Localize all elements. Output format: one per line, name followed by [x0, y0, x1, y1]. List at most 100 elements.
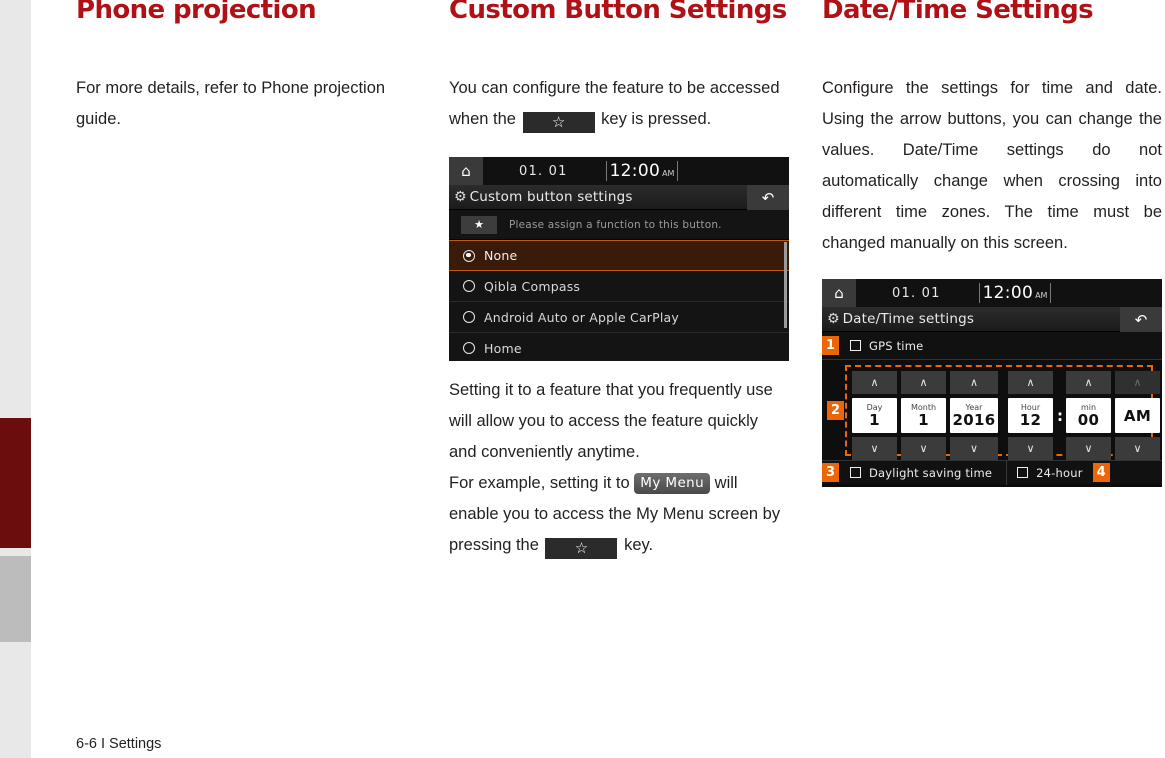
callout-badge-3: 3	[822, 463, 839, 482]
edge-tab-strip	[0, 0, 31, 758]
page-footer: 6-6 I Settings	[76, 736, 162, 752]
list-item[interactable]: Home	[449, 333, 789, 361]
picker-column-hour: ∧ Hour 12 ∨	[1008, 371, 1053, 460]
list-item[interactable]: None	[449, 240, 789, 271]
paragraph-2-after: key.	[624, 536, 654, 554]
picker-column-year: ∧ Year 2016 ∨	[950, 371, 998, 460]
picker-column-day: ∧ Day 1 ∨	[852, 371, 897, 460]
assign-function-text: Please assign a function to this button.	[509, 218, 722, 231]
chevron-down-icon[interactable]: ∨	[852, 437, 897, 460]
chevron-up-icon[interactable]: ∧	[852, 371, 897, 394]
hu-status-time: 12:00	[609, 161, 661, 181]
hu-status-meridiem: AM	[1035, 291, 1048, 300]
paragraph-2-before: For example, setting it to	[449, 474, 630, 492]
24-hour-checkbox[interactable]	[1017, 467, 1029, 478]
chevron-up-icon[interactable]: ∧	[901, 371, 946, 394]
gps-time-row[interactable]: 1 GPS time	[822, 332, 1162, 360]
minute-value-box[interactable]: min 00	[1066, 398, 1111, 433]
column-date-time-settings: Date/Time Settings Configure the setting…	[822, 0, 1162, 487]
back-arrow-icon[interactable]: ↶	[1120, 307, 1162, 332]
chevron-up-icon[interactable]: ∧	[1115, 371, 1160, 394]
page-title-phone-projection: Phone projection	[76, 0, 317, 25]
hu-status-time: 12:00	[982, 283, 1034, 303]
picker-column-minute: ∧ min 00 ∨	[1066, 371, 1111, 460]
month-value-box[interactable]: Month 1	[901, 398, 946, 433]
meridiem-value-box[interactable]: AM	[1115, 398, 1160, 433]
chevron-up-icon[interactable]: ∧	[950, 371, 998, 394]
date-time-paragraph: Configure the settings for time and date…	[822, 79, 1162, 252]
date-time-body: 1 GPS time 2 ∧ Day 1 ∨ ∧ Month 1 ∨ ∧ Yea…	[822, 332, 1162, 485]
list-item-label: Android Auto or Apple CarPlay	[484, 309, 680, 325]
column-custom-button-settings: Custom Button Settings You can configure…	[449, 0, 789, 561]
hu-status-bar: ⌂ 01. 01 12:00 AM	[822, 279, 1162, 307]
time-colon: :	[1057, 406, 1063, 425]
radio-icon	[463, 342, 475, 354]
home-icon[interactable]: ⌂	[822, 279, 856, 307]
radio-icon	[463, 311, 475, 323]
month-value: 1	[918, 411, 929, 429]
24-hour-label: 24-hour	[1036, 465, 1083, 480]
my-menu-badge: My Menu	[634, 473, 711, 494]
custom-button-intro-after: key is pressed.	[601, 110, 712, 128]
chevron-up-icon[interactable]: ∧	[1008, 371, 1053, 394]
custom-button-paragraph-2: For example, setting it to My Menu will …	[449, 468, 789, 561]
page-title-custom-button-settings: Custom Button Settings	[449, 0, 787, 25]
chevron-up-icon[interactable]: ∧	[1066, 371, 1111, 394]
chevron-down-icon[interactable]: ∨	[950, 437, 998, 460]
list-item[interactable]: Android Auto or Apple CarPlay	[449, 302, 789, 333]
picker-column-meridiem: ∧ AM ∨	[1115, 371, 1160, 460]
hu-option-list: ★ Please assign a function to this butto…	[449, 210, 789, 361]
home-icon[interactable]: ⌂	[449, 157, 483, 185]
day-value-box[interactable]: Day 1	[852, 398, 897, 433]
hour-value-box[interactable]: Hour 12	[1008, 398, 1053, 433]
chevron-down-icon[interactable]: ∨	[901, 437, 946, 460]
hour-value: 12	[1019, 411, 1042, 429]
chevron-down-icon[interactable]: ∨	[1008, 437, 1053, 460]
list-item-label: Qibla Compass	[484, 278, 581, 294]
gps-time-checkbox[interactable]	[850, 340, 861, 351]
custom-button-intro-paragraph: You can configure the feature to be acce…	[449, 73, 789, 135]
phone-projection-paragraph: For more details, refer to Phone project…	[76, 79, 386, 128]
callout-badge-4: 4	[1092, 463, 1110, 482]
divider	[1006, 460, 1008, 485]
screenshot-date-time-settings: ⌂ 01. 01 12:00 AM ⚙ Date/Time settings ↶…	[822, 279, 1162, 487]
hu-status-date: 01. 01	[892, 285, 941, 301]
list-item-label: Home	[484, 340, 522, 356]
chevron-down-icon[interactable]: ∨	[1115, 437, 1160, 460]
hu-title-bar: ⚙ Date/Time settings ↶	[822, 307, 1162, 332]
day-value: 1	[869, 411, 880, 429]
hu-title-text: Custom button settings	[469, 189, 633, 205]
date-time-bottom-bar: 3 Daylight saving time 24-hour 4	[822, 460, 1162, 485]
chevron-down-icon[interactable]: ∨	[1066, 437, 1111, 460]
gps-time-label: GPS time	[869, 338, 924, 353]
page-title-date-time-settings: Date/Time Settings	[822, 0, 1094, 25]
hu-status-meridiem: AM	[662, 169, 675, 178]
hu-title-text: Date/Time settings	[842, 311, 975, 327]
date-time-picker: 2 ∧ Day 1 ∨ ∧ Month 1 ∨ ∧ Year 2016 ∨ ∧ …	[822, 360, 1162, 460]
daylight-saving-label: Daylight saving time	[869, 465, 993, 480]
star-button-icon[interactable]: ★	[461, 215, 497, 234]
radio-icon	[463, 280, 475, 292]
list-item-label: None	[484, 248, 518, 263]
picker-grid: ∧ Day 1 ∨ ∧ Month 1 ∨ ∧ Year 2016 ∨ ∧ Ho…	[852, 371, 1160, 460]
callout-badge-2: 2	[827, 401, 844, 420]
hu-status-bar: ⌂ 01. 01 12:00 AM	[449, 157, 789, 185]
gear-icon: ⚙	[454, 189, 467, 205]
back-arrow-icon[interactable]: ↶	[747, 185, 789, 210]
year-value: 2016	[952, 411, 996, 429]
screenshot-custom-button-settings: ⌂ 01. 01 12:00 AM ⚙ Custom button settin…	[449, 157, 789, 361]
daylight-saving-checkbox[interactable]	[850, 467, 861, 478]
minute-value: 00	[1077, 411, 1100, 429]
column-phone-projection: Phone projection For more details, refer…	[76, 0, 416, 135]
radio-icon	[463, 249, 475, 262]
callout-badge-1: 1	[822, 336, 839, 355]
list-item[interactable]: Qibla Compass	[449, 271, 789, 302]
edge-tab-active[interactable]	[0, 418, 31, 548]
star-glyph: ☆	[551, 114, 566, 131]
star-keycap-icon: ☆	[522, 112, 595, 133]
manual-page: Phone projection For more details, refer…	[0, 0, 1165, 758]
scrollbar[interactable]	[784, 242, 787, 328]
edge-tab-inactive[interactable]	[0, 556, 31, 642]
year-value-box[interactable]: Year 2016	[950, 398, 998, 433]
hu-status-clock: 12:00 AM	[605, 161, 679, 181]
